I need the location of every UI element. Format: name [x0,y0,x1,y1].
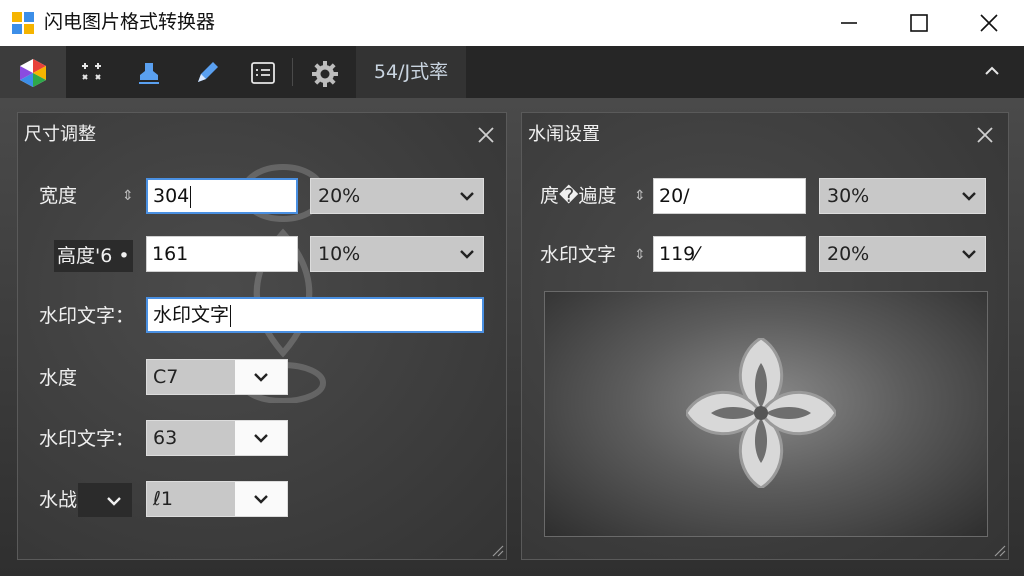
row5-dropdown-button[interactable] [235,421,287,455]
watermark-preview [544,291,988,537]
chevron-up-icon [985,66,999,75]
flower-watermark-icon [686,338,836,488]
text-tool-button[interactable] [242,54,282,90]
app-logo-icon [12,12,34,34]
width-percent-select[interactable]: 20% [310,178,484,214]
row6-dropdown-button[interactable] [235,482,287,516]
draw-tool-button[interactable] [186,54,226,90]
height-percent-select[interactable]: 10% [310,236,484,272]
watermark-panel: 水闱设置 庹�遍度 ⇕ 20/ 30% 水印文字 ⇕ 119⁄ 20% [521,112,1009,560]
watermark-text-input[interactable]: 水印文字 [146,297,484,333]
opacity-input[interactable]: 20/ [653,178,806,214]
row5-label: 水印文字： [39,428,135,450]
app-logo-icon [20,59,46,87]
row5-combo[interactable]: 63 [146,420,288,456]
chevron-down-icon [254,373,268,382]
close-button[interactable] [954,0,1024,46]
watermark-tool-button[interactable] [128,54,168,90]
resize-grip-icon[interactable] [492,545,504,557]
watermark-size-input[interactable]: 119⁄ [653,236,806,272]
height-input[interactable]: 161 [146,236,298,272]
chevron-down-icon [460,192,474,201]
maximize-button[interactable] [884,0,954,46]
width-input[interactable]: 304 [146,178,298,214]
chevron-down-icon [254,495,268,504]
row4-combo[interactable]: C7 [146,359,288,395]
watermark-text-label: 水印文字： [39,305,135,327]
row4-dropdown-button[interactable] [235,360,287,394]
watermark-percent-select[interactable]: 20% [819,236,986,272]
row4-value: C7 [147,360,235,394]
row6-label-dropdown[interactable] [78,483,132,517]
resize-grip-icon[interactable] [994,545,1006,557]
watermark-percent-value: 20% [827,243,870,265]
chevron-down-icon [460,250,474,259]
text-box-icon [251,62,275,84]
toolbar-home-button[interactable] [0,46,66,98]
width-spin-icon[interactable]: ⇕ [122,177,134,215]
resize-tool-button[interactable] [72,54,112,90]
chevron-down-icon [254,434,268,443]
height-percent-value: 10% [318,243,361,265]
opacity-spin-icon[interactable]: ⇕ [634,177,646,215]
maximize-icon [910,14,928,32]
close-icon [980,14,998,32]
watermark-text-label: 水印文字 [540,244,617,266]
close-icon[interactable] [973,123,997,147]
toolbar-divider [292,58,293,86]
window-title: 闪电图片格式转换器 [44,11,216,33]
row6-value: ℓ1 [147,482,235,516]
gear-icon [312,61,338,87]
opacity-percent-select[interactable]: 30% [819,178,986,214]
row4-label: 水度 [39,367,78,389]
text-spin-icon[interactable]: ⇕ [634,236,646,274]
chevron-down-icon [962,192,976,201]
settings-button[interactable] [303,54,343,90]
zoom-label: 54/J式率 [356,46,466,98]
pencil-icon [198,62,218,82]
width-label: 宽度 [39,185,78,207]
panel-title: 尺寸调整 [24,124,96,145]
chevron-down-icon [962,250,976,259]
resize-panel: 尺寸调整 宽度 ⇕ 304 20% 高度'6 • 161 10% 水印文字： 水… [17,112,507,560]
chevron-down-icon [107,497,121,506]
opacity-percent-value: 30% [827,185,870,207]
toolbar: 54/J式率 [0,46,1024,98]
width-percent-value: 20% [318,185,361,207]
minimize-button[interactable] [814,0,884,46]
row5-value: 63 [147,421,235,455]
panel-title: 水闱设置 [528,124,600,145]
opacity-label: 庹�遍度 [540,185,617,207]
minimize-icon [841,22,857,24]
title-bar: 闪电图片格式转换器 [0,0,1024,46]
close-icon[interactable] [474,123,498,147]
row6-combo[interactable]: ℓ1 [146,481,288,517]
height-label: 高度'6 • [54,240,133,272]
collapse-toolbar-button[interactable] [975,56,1009,88]
stamp-icon [139,63,159,84]
resize-arrows-icon [82,63,101,80]
